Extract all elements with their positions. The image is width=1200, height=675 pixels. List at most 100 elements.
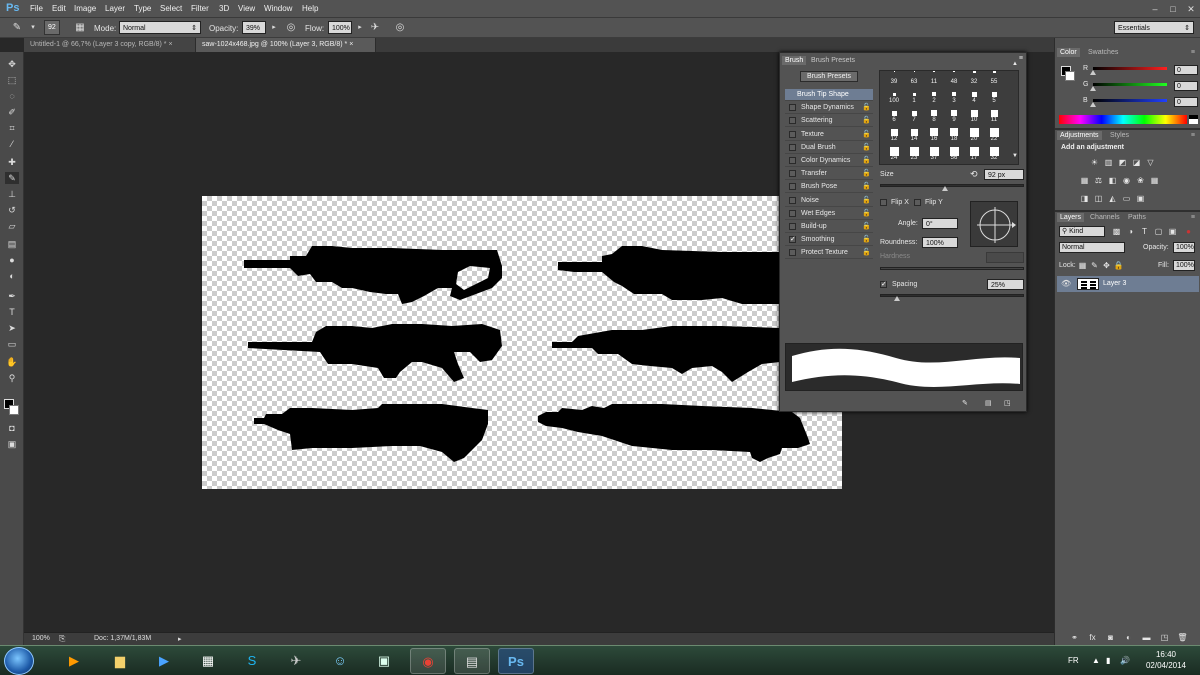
- brush-setting-noise[interactable]: 🔓 Noise: [785, 195, 873, 207]
- brush-tip-cell[interactable]: 17: [964, 155, 984, 164]
- channel-slider[interactable]: [1093, 99, 1167, 102]
- pressure-opacity-icon[interactable]: ◎: [284, 21, 298, 35]
- rectangle-tool-icon[interactable]: ▭: [5, 338, 19, 350]
- tray-arrow-icon[interactable]: ▲: [1092, 656, 1100, 665]
- dodge-tool-icon[interactable]: ◐: [5, 270, 19, 282]
- brush-tip-cell[interactable]: 55: [984, 79, 1004, 90]
- lock-icon[interactable]: 🔓: [862, 115, 871, 127]
- lock-transparent-icon[interactable]: ▦: [1077, 261, 1088, 270]
- brightness-contrast-icon[interactable]: ☀: [1089, 158, 1100, 167]
- panel-menu-icon[interactable]: ≡: [1188, 213, 1198, 222]
- setting-checkbox[interactable]: [789, 170, 796, 178]
- brush-tip-cell[interactable]: 32: [964, 79, 984, 90]
- lock-image-icon[interactable]: ✎: [1089, 261, 1100, 270]
- levels-icon[interactable]: ▥: [1103, 158, 1114, 167]
- background-color-swatch[interactable]: [9, 405, 19, 415]
- menu-view[interactable]: View: [238, 4, 255, 13]
- channel-slider[interactable]: [1093, 83, 1167, 86]
- brush-tip-cell[interactable]: 32: [984, 155, 1004, 164]
- toggle-live-tip-icon[interactable]: ✎: [962, 399, 968, 407]
- history-brush-tool-icon[interactable]: ↺: [5, 204, 19, 216]
- menu-layer[interactable]: Layer: [105, 4, 125, 13]
- photoshop-taskbar-icon[interactable]: Ps: [498, 648, 534, 674]
- language-indicator[interactable]: FR: [1068, 656, 1079, 665]
- exposure-icon[interactable]: ◪: [1131, 158, 1142, 167]
- brush-tip-cell[interactable]: 1: [904, 98, 924, 109]
- lock-icon[interactable]: 🔓: [862, 129, 871, 141]
- menu-select[interactable]: Select: [160, 4, 182, 13]
- size-input[interactable]: 92 px: [984, 169, 1024, 180]
- add-mask-icon[interactable]: ◙: [1105, 633, 1116, 642]
- brush-setting-brush-tip-shape[interactable]: Brush Tip Shape: [785, 89, 873, 101]
- brush-tip-cell[interactable]: 12: [884, 136, 904, 147]
- create-new-brush-icon[interactable]: ◳: [1004, 399, 1011, 407]
- filter-pixel-icon[interactable]: ▩: [1111, 227, 1122, 236]
- tab-swatches[interactable]: Swatches: [1085, 48, 1121, 57]
- brush-tip-cell[interactable]: 16: [924, 136, 944, 147]
- type-tool-icon[interactable]: T: [5, 306, 19, 318]
- menu-image[interactable]: Image: [74, 4, 96, 13]
- menu-filter[interactable]: Filter: [191, 4, 209, 13]
- eyedropper-tool-icon[interactable]: ⁄: [5, 138, 19, 150]
- lock-icon[interactable]: 🔓: [862, 208, 871, 220]
- fill-input[interactable]: 100%: [1173, 260, 1195, 271]
- brush-setting-build-up[interactable]: 🔓 Build-up: [785, 221, 873, 233]
- panel-menu-icon[interactable]: ≡: [1188, 131, 1198, 140]
- reset-size-icon[interactable]: ⟲: [970, 169, 978, 180]
- curves-icon[interactable]: ◩: [1117, 158, 1128, 167]
- color-lookup-icon[interactable]: ▦: [1149, 176, 1160, 185]
- channel-slider-handle[interactable]: [1090, 102, 1096, 107]
- brush-setting-wet-edges[interactable]: 🔓 Wet Edges: [785, 208, 873, 220]
- grid-scroll-up-icon[interactable]: ▲: [1012, 61, 1018, 67]
- grid-scroll-down-icon[interactable]: ▼: [1012, 153, 1018, 159]
- setting-checkbox[interactable]: [789, 196, 796, 204]
- status-menu-arrow-icon[interactable]: ▸: [178, 635, 182, 643]
- channel-value-input[interactable]: 0: [1174, 81, 1198, 91]
- crop-tool-icon[interactable]: ⌗: [5, 122, 19, 134]
- tab-brush-presets[interactable]: Brush Presets: [808, 56, 858, 65]
- selective-color-icon[interactable]: ▣: [1135, 194, 1146, 203]
- delete-layer-icon[interactable]: 🗑: [1177, 633, 1188, 642]
- color-spectrum[interactable]: [1059, 115, 1187, 124]
- opacity-slider-arrow-icon[interactable]: ▸: [267, 21, 281, 35]
- brush-setting-transfer[interactable]: 🔓 Transfer: [785, 168, 873, 181]
- brush-setting-protect-texture[interactable]: 🔓 Protect Texture: [785, 247, 873, 260]
- menu-help[interactable]: Help: [302, 4, 318, 13]
- brush-tip-grid[interactable]: 39 63 11 48 32 55 100 1 2 3 4 5 6 7 8 9 10 11 12 14 16 18 20 22…: [879, 70, 1019, 165]
- dropdown-arrow-icon[interactable]: ▾: [26, 21, 40, 35]
- tab-saw[interactable]: saw-1024x468.jpg @ 100% (Layer 3, RGB/8)…: [196, 38, 376, 52]
- pressure-size-icon[interactable]: ◎: [393, 21, 407, 35]
- document-canvas[interactable]: [202, 196, 842, 489]
- brush-tip-cell[interactable]: 2: [924, 98, 944, 109]
- lock-all-icon[interactable]: 🔒: [1113, 261, 1124, 270]
- lock-icon[interactable]: 🔓: [862, 142, 871, 154]
- lock-icon[interactable]: 🔓: [862, 155, 871, 167]
- volume-icon[interactable]: 🔊: [1120, 656, 1130, 665]
- channel-slider-handle[interactable]: [1090, 86, 1096, 91]
- filter-type-icon[interactable]: T: [1139, 227, 1150, 236]
- gradient-tool-icon[interactable]: ▤: [5, 238, 19, 250]
- marquee-tool-icon[interactable]: ⬚: [5, 74, 19, 86]
- lasso-tool-icon[interactable]: ◌: [5, 90, 19, 102]
- tab-channels[interactable]: Channels: [1087, 213, 1123, 222]
- opacity-input[interactable]: 39%: [242, 21, 266, 34]
- move-tool-icon[interactable]: ✥: [5, 58, 19, 70]
- size-slider-handle[interactable]: [942, 186, 948, 191]
- invert-icon[interactable]: ◨: [1079, 194, 1090, 203]
- setting-checkbox[interactable]: [789, 249, 796, 257]
- skype-icon[interactable]: S: [234, 648, 270, 674]
- menu-window[interactable]: Window: [264, 4, 292, 13]
- new-brush-preset-icon[interactable]: ▤: [985, 399, 992, 407]
- explorer-icon[interactable]: ▆: [102, 648, 138, 674]
- media-center-icon[interactable]: ▶: [56, 648, 92, 674]
- eye-icon[interactable]: 👁: [1061, 279, 1071, 288]
- size-slider[interactable]: [880, 184, 1024, 187]
- pen-tool-icon[interactable]: ✒: [5, 290, 19, 302]
- spacing-slider[interactable]: [880, 294, 1024, 297]
- brush-setting-dual-brush[interactable]: 🔓 Dual Brush: [785, 142, 873, 154]
- tab-brush[interactable]: Brush: [782, 56, 807, 65]
- channel-mixer-icon[interactable]: ❀: [1135, 176, 1146, 185]
- filter-shape-icon[interactable]: ▢: [1153, 227, 1164, 236]
- brush-tip-cell[interactable]: 22: [984, 136, 1004, 147]
- tab-adjustments[interactable]: Adjustments: [1057, 131, 1102, 140]
